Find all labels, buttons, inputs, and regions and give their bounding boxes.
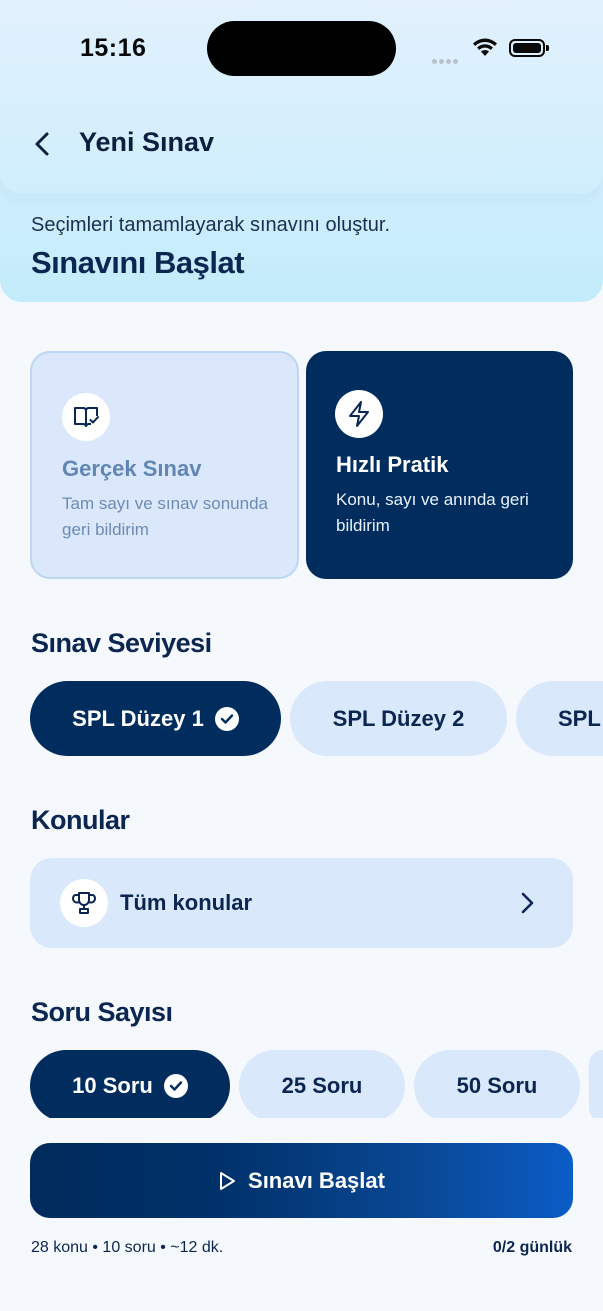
level-option-spl-2[interactable]: SPL Düzey 2 bbox=[290, 681, 507, 756]
count-option-more[interactable] bbox=[589, 1050, 603, 1122]
start-exam-label: Sınavı Başlat bbox=[248, 1167, 385, 1193]
level-section-title: Sınav Seviyesi bbox=[31, 628, 212, 658]
status-icons bbox=[430, 36, 552, 64]
mode-title: Hızlı Pratik bbox=[336, 452, 449, 477]
hero-subtitle: Seçimleri tamamlayarak sınavını oluştur. bbox=[31, 214, 391, 236]
level-option-label: SPL Düzey 1 bbox=[72, 705, 204, 731]
daily-quota: 0/2 günlük bbox=[492, 1239, 572, 1256]
mode-title: Gerçek Sınav bbox=[62, 456, 202, 481]
dynamic-island bbox=[207, 21, 396, 76]
count-option-25[interactable]: 25 Soru bbox=[239, 1050, 405, 1122]
trophy-icon bbox=[60, 879, 108, 927]
topics-value: Tüm konular bbox=[120, 890, 253, 915]
play-icon bbox=[220, 1171, 236, 1190]
count-option-10[interactable]: 10 Soru bbox=[30, 1050, 230, 1122]
hero-title: Sınavını Başlat bbox=[31, 245, 245, 280]
status-time: 15:16 bbox=[80, 34, 147, 62]
count-option-label: 25 Soru bbox=[281, 1073, 363, 1098]
mode-description: Konu, sayı ve anında geri bildirim bbox=[336, 490, 529, 535]
page-title: Yeni Sınav bbox=[79, 127, 215, 157]
count-option-label: 50 Soru bbox=[456, 1073, 538, 1098]
mode-card-quick-practice[interactable]: Hızlı Pratik Konu, sayı ve anında geri b… bbox=[306, 351, 573, 579]
count-option-label: 10 Soru bbox=[72, 1073, 153, 1098]
wifi-icon bbox=[473, 38, 497, 56]
level-option-label: SPL Düzey 2 bbox=[332, 705, 465, 731]
chevron-left-icon bbox=[35, 132, 49, 156]
battery-icon bbox=[509, 39, 549, 57]
exam-summary: 28 konu • 10 soru • ~12 dk. bbox=[31, 1239, 224, 1256]
topics-section-title: Konular bbox=[31, 805, 130, 835]
mode-card-real-exam[interactable]: Gerçek Sınav Tam sayı ve sınav sonunda g… bbox=[30, 351, 299, 579]
count-option-50[interactable]: 50 Soru bbox=[414, 1050, 580, 1122]
lightning-icon bbox=[335, 390, 383, 438]
check-icon bbox=[214, 706, 239, 731]
mode-description: Tam sayı ve sınav sonunda geri bildirim bbox=[62, 494, 269, 539]
check-icon bbox=[163, 1074, 188, 1098]
book-check-icon bbox=[62, 393, 110, 441]
chevron-right-icon bbox=[521, 892, 534, 914]
cellular-signal-icon bbox=[432, 51, 460, 69]
count-section-title: Soru Sayısı bbox=[31, 997, 173, 1027]
level-option-spl-3[interactable]: SPL bbox=[516, 681, 603, 756]
start-exam-button[interactable]: Sınavı Başlat bbox=[30, 1143, 573, 1218]
level-option-spl-1[interactable]: SPL Düzey 1 bbox=[30, 681, 281, 756]
level-option-label: SPL bbox=[558, 705, 601, 731]
topics-selector[interactable]: Tüm konular bbox=[30, 858, 573, 948]
back-button[interactable] bbox=[28, 128, 58, 160]
